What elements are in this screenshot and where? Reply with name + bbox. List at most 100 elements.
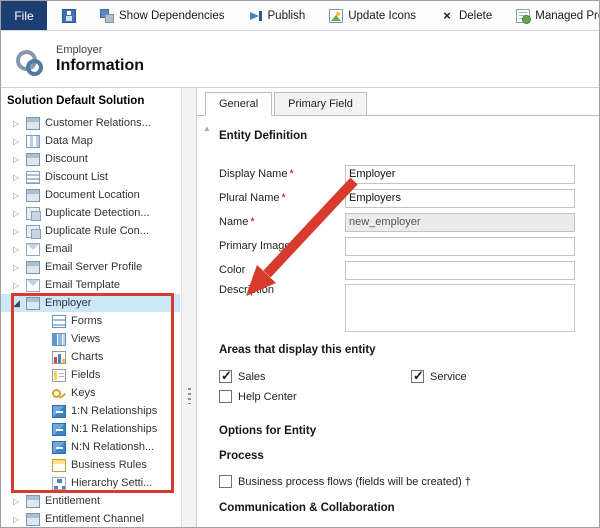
sidebar-scrollbar-grip[interactable] [188,388,191,404]
field-label: Display Name * [219,168,294,180]
mail-icon [26,242,40,256]
entity-form-body: Entity Definition Display Name* Plural Na… [197,116,599,514]
tree-item-entitlement-channel[interactable]: ▷ Entitlement Channel [1,510,180,527]
toolbar-button-label: Managed Prop [535,9,599,22]
tab-general[interactable]: General [205,92,273,116]
tree-item-email[interactable]: ▷ Email [1,240,180,258]
delete-button[interactable]: × Delete [431,1,501,30]
description-input[interactable] [345,284,575,332]
options-heading: Options for Entity [219,425,317,437]
tree-item-label: Customer Relations... [45,117,151,129]
checkbox-label: Service [430,370,467,383]
expand-closed-icon[interactable]: ▷ [13,281,26,290]
expand-closed-icon[interactable]: ▷ [13,245,26,254]
field-label: Color [219,264,246,276]
app-window: File Show Dependencies Publish Update Icon… [0,0,600,528]
tree-item-label: Data Map [45,135,93,147]
file-menu-button[interactable]: File [1,1,47,30]
tree-item-document-location[interactable]: ▷ Document Location [1,186,180,204]
required-asterisk: * [250,216,255,228]
tree-item-keys[interactable]: Keys [1,384,180,402]
save-button[interactable] [53,1,85,30]
tree-item-duplicate-rule-con[interactable]: ▷ Duplicate Rule Con... [1,222,180,240]
form-row-primary-image: Primary Image [219,236,589,256]
publish-icon [249,9,263,23]
sidebar-scrollbar[interactable] [181,88,196,527]
header-entity-name: Employer [56,43,103,56]
expand-closed-icon[interactable]: ▷ [13,497,26,506]
toolbar-button-label: Delete [458,9,493,22]
tree-item-discount[interactable]: ▷ Discount [1,150,180,168]
expand-open-icon[interactable]: ◢ [13,298,26,309]
form-icon [52,314,66,328]
map-icon [26,134,40,148]
tree-item-entitlement[interactable]: ▷ Entitlement [1,492,180,510]
expand-closed-icon[interactable]: ▷ [13,155,26,164]
update-icons-button[interactable]: Update Icons [320,1,425,30]
entity-icon [26,152,40,166]
tree-item-label: Discount [45,153,88,165]
tree-item-business-rules[interactable]: Business Rules [1,456,180,474]
color-input[interactable] [345,260,575,280]
primary-image-input[interactable] [345,236,575,256]
plural-name-input[interactable] [345,188,575,208]
form-row-description: Description [219,284,589,332]
checkbox-label: Business process flows (fields will be c… [238,475,471,488]
show-dependencies-button[interactable]: Show Dependencies [91,1,234,30]
checkbox-label: Sales [238,370,266,383]
expand-closed-icon[interactable]: ▷ [13,209,26,218]
business-process-flows-checkbox[interactable] [219,475,232,488]
expand-closed-icon[interactable]: ▷ [13,137,26,146]
tree-item-label: Email Server Profile [45,261,143,273]
toolbar-button-label: Update Icons [348,9,416,22]
areas-checkbox-group: Sales Service Help Center [219,368,589,403]
tree-item-n-n-relationsh[interactable]: N:N Relationsh... [1,438,180,456]
tree-item-label: 1:N Relationships [71,405,158,417]
expand-closed-icon[interactable]: ▷ [13,119,26,128]
tree-item-views[interactable]: Views [1,330,180,348]
checkbox-label: Help Center [238,390,297,403]
tree-item-label: N:N Relationsh... [71,441,155,453]
tree-item-label: Views [71,333,101,345]
areas-heading: Areas that display this entity [219,344,376,356]
tree-item-email-template[interactable]: ▷ Email Template [1,276,180,294]
sales-checkbox[interactable] [219,368,232,384]
rel-icon [52,440,66,454]
tree-item-hierarchy-setti[interactable]: Hierarchy Setti... [1,474,180,492]
publish-button[interactable]: Publish [240,1,315,30]
help-center-checkbox[interactable] [219,390,232,403]
page-header: Employer Information [1,31,599,87]
tree-item-data-map[interactable]: ▷ Data Map [1,132,180,150]
sales-option: Sales [219,368,411,384]
expand-closed-icon[interactable]: ▷ [13,191,26,200]
entity-icon [26,296,40,310]
tree-item-discount-list[interactable]: ▷ Discount List [1,168,180,186]
tree-item-duplicate-detection[interactable]: ▷ Duplicate Detection... [1,204,180,222]
service-option: Service [411,368,589,384]
tree-item-fields[interactable]: Fields [1,366,180,384]
display-name-input[interactable] [345,164,575,184]
help-center-option: Help Center [219,390,411,403]
tree-item-forms[interactable]: Forms [1,312,180,330]
tree-item-customer-relations[interactable]: ▷ Customer Relations... [1,114,180,132]
expand-closed-icon[interactable]: ▷ [13,227,26,236]
service-checkbox[interactable] [411,368,424,384]
mail-icon [26,278,40,292]
expand-closed-icon[interactable]: ▷ [13,263,26,272]
expand-closed-icon[interactable]: ▷ [13,173,26,182]
chart-icon [52,350,66,364]
tab-primary-field[interactable]: Primary Field [274,92,367,116]
tab-strip: General Primary Field [197,88,599,116]
expand-closed-icon[interactable]: ▷ [13,515,26,524]
tree-item-label: Email Template [45,279,120,291]
tree-item-1-n-relationships[interactable]: 1:N Relationships [1,402,180,420]
tree-item-email-server-profile[interactable]: ▷ Email Server Profile [1,258,180,276]
tree-item-n-1-relationships[interactable]: N:1 Relationships [1,420,180,438]
managed-properties-button[interactable]: Managed Prop [507,1,599,30]
entity-gears-icon [15,48,45,78]
tree-item-label: Duplicate Rule Con... [45,225,149,237]
tree-item-charts[interactable]: Charts [1,348,180,366]
tree-item-employer[interactable]: ◢ Employer [1,294,180,312]
entity-icon [26,512,40,526]
rel-icon [52,422,66,436]
